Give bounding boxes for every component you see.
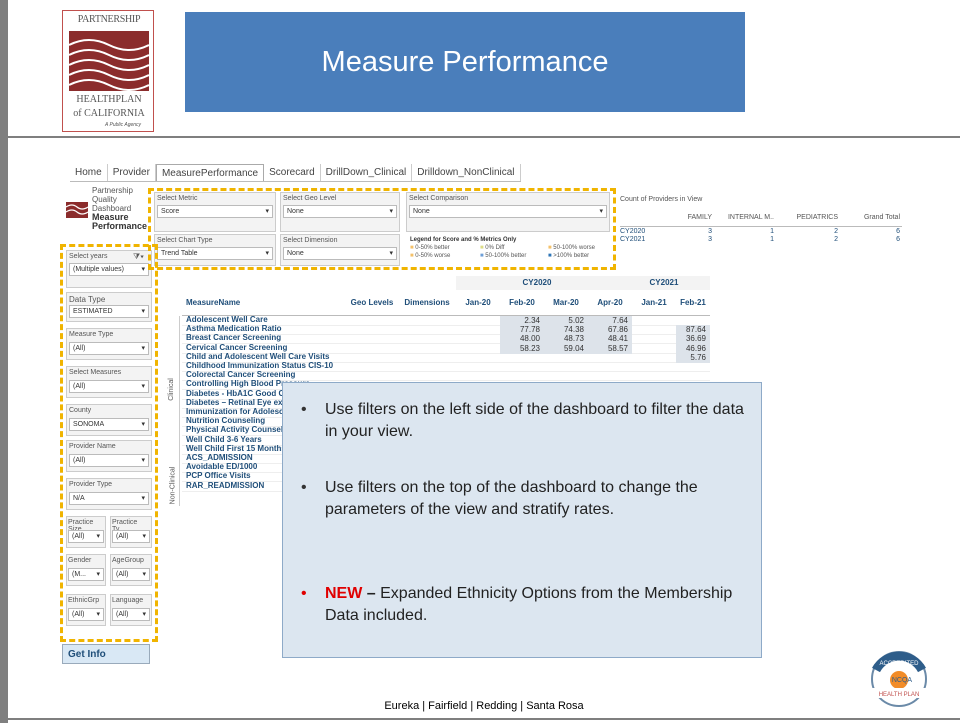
get-info-button[interactable]: Get Info (62, 644, 150, 664)
cell: 3 (708, 236, 712, 243)
column-header: Mar-20 (553, 298, 579, 307)
measure-name[interactable]: Adolescent Well Care (186, 315, 268, 324)
column-header: MeasureName (186, 298, 241, 307)
cell: 2 (834, 236, 838, 243)
year-header: CY2020 (522, 278, 552, 287)
callout-bullet-2: Use filters on the top of the dashboard … (325, 479, 698, 518)
badge-bottom-text: HEALTH PLAN (879, 692, 920, 698)
logo-line2: HEALTHPLAN (76, 94, 142, 105)
value-cell: 48.41 (588, 334, 632, 344)
bullet-3-text: Expanded Ethnicity Options from the Memb… (325, 585, 733, 624)
highlight-left-filters (60, 244, 158, 642)
provider-count-table: Count of Providers in View FAMILY INTERN… (620, 194, 902, 248)
mini-logo-icon (66, 202, 88, 218)
brand-line1: Partnership (92, 186, 133, 195)
value-cell (456, 334, 500, 344)
measure-name[interactable]: ACS_ADMISSION (186, 453, 253, 462)
measure-name[interactable]: Cervical Cancer Screening (186, 343, 287, 352)
brand-line2: Quality (92, 195, 117, 204)
column-header: Feb-21 (680, 298, 706, 307)
column-header: Jan-21 (641, 298, 667, 307)
column-header: Dimensions (404, 298, 450, 307)
tab-measure-performance[interactable]: MeasurePerformance (155, 164, 265, 181)
cell: 3 (708, 228, 712, 235)
dashboard-brand: Partnership Quality Dashboard Measure Pe… (66, 186, 152, 246)
badge-mid-text: NCQA (892, 677, 913, 684)
dash-text: – (362, 585, 376, 602)
measure-name[interactable]: Physical Activity Counseling (186, 425, 295, 434)
value-cell: 48.00 (500, 334, 544, 344)
slide-title: Measure Performance (321, 46, 609, 78)
measure-name[interactable]: PCP Office Visits (186, 471, 251, 480)
bullet-icon: • (301, 585, 307, 602)
measure-name[interactable]: Diabetes – Retinal Eye exam (186, 398, 294, 407)
tab-home[interactable]: Home (70, 164, 108, 181)
brand-line5: Performance (92, 221, 148, 231)
callout-bullet-3: NEW – Expanded Ethnicity Options from th… (325, 583, 745, 627)
cell: 1 (770, 228, 774, 235)
tab-provider[interactable]: Provider (108, 164, 156, 181)
divider (8, 718, 960, 720)
col-header: FAMILY (687, 214, 712, 221)
tab-drilldown-nonclinical[interactable]: Drilldown_NonClinical (412, 164, 521, 181)
column-header: Apr-20 (597, 298, 623, 307)
bullet-icon: • (301, 401, 307, 418)
row-header: CY2020 (620, 228, 646, 235)
badge-top-text: ACCREDITED (879, 661, 919, 667)
dashboard-tabs: Home Provider MeasurePerformance Scoreca… (70, 164, 521, 182)
slide-footer: Eureka | Fairfield | Redding | Santa Ros… (384, 700, 584, 712)
bullet-icon: • (301, 479, 307, 496)
column-header: Feb-20 (509, 298, 535, 307)
col-header: PEDIATRICS (796, 214, 839, 221)
col-header: Grand Total (863, 214, 900, 221)
tab-drilldown-clinical[interactable]: DrillDown_Clinical (321, 164, 413, 181)
measure-name[interactable]: Colorectal Cancer Screening (186, 370, 295, 379)
title-banner: Measure Performance (185, 12, 745, 112)
measure-name[interactable]: Breast Cancer Screening (186, 333, 281, 342)
row-header: CY2021 (620, 236, 646, 243)
table-header: MeasureName Geo Levels Dimensions Jan-20 Feb… (170, 290, 710, 316)
callout-bullet-1: Use filters on the left side of the dash… (325, 401, 744, 440)
column-header: Jan-20 (465, 298, 491, 307)
logo-line4: A Public Agency (105, 122, 142, 128)
logo-line3: of CALIFORNIA (73, 108, 145, 119)
value-cell (632, 334, 676, 344)
value-cell: 48.73 (544, 334, 588, 344)
measure-name[interactable]: Nutrition Counseling (186, 416, 265, 425)
cell: 6 (896, 228, 900, 235)
wave-icon (69, 31, 149, 91)
measure-name[interactable]: Child and Adolescent Well Care Visits (186, 352, 329, 361)
new-tag: NEW (325, 585, 363, 602)
callout-box: • Use filters on the left side of the da… (282, 382, 762, 658)
column-header: Geo Levels (350, 298, 394, 307)
measure-name[interactable]: Childhood Immunization Status CIS-10 (186, 361, 333, 370)
slide-left-bar (0, 0, 8, 723)
measure-name[interactable]: Avoidable ED/1000 (186, 462, 257, 471)
group-clinical: Clinical (168, 316, 180, 466)
measure-name[interactable]: Well Child First 15 Months (186, 444, 286, 453)
col-header: INTERNAL M.. (727, 214, 774, 221)
cell: 6 (896, 236, 900, 243)
measure-name[interactable]: Asthma Medication Ratio (186, 324, 282, 333)
tab-scorecard[interactable]: Scorecard (264, 164, 321, 181)
logo-line1: PARTNERSHIP (77, 14, 141, 25)
group-nonclinical: Non-Clinical (169, 466, 180, 506)
partnership-logo: PARTNERSHIP HEALTHPLAN of CALIFORNIA A P… (62, 10, 154, 132)
provider-count-title: Count of Providers in View (620, 196, 703, 203)
cell: 2 (834, 228, 838, 235)
value-cell: 36.69 (676, 334, 710, 344)
year-header: CY2021 (649, 278, 679, 287)
divider (8, 136, 960, 138)
measure-name[interactable]: RAR_READMISSION (186, 481, 264, 490)
measure-name[interactable]: Well Child 3-6 Years (186, 435, 262, 444)
cell: 1 (770, 236, 774, 243)
highlight-top-params (148, 188, 616, 270)
